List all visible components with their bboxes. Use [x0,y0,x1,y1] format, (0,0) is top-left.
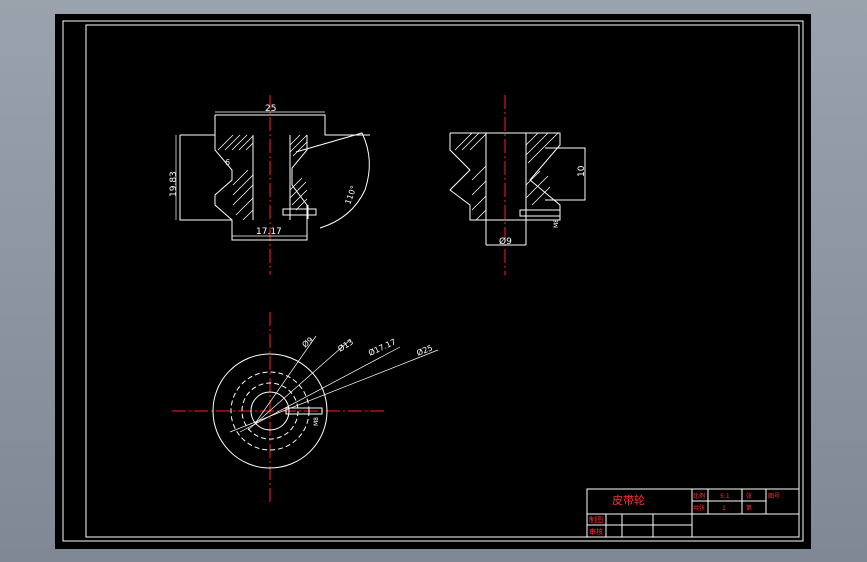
dim-width-top: 25 [265,104,276,114]
dim-bore: Ø9 [499,236,512,247]
cad-viewport: 25 19.83 6 110° 17.17 10 Ø9 M8 Ø9 Ø13 Ø1… [0,0,867,562]
drawing-code: 图号 [768,493,780,500]
part-name: 皮带轮 [612,493,645,507]
checked-label: 审核 [589,527,603,536]
sheet-value: 1 [722,505,726,512]
cad-drawing: 25 19.83 6 110° 17.17 10 Ø9 M8 Ø9 Ø13 Ø1… [55,14,811,549]
dim-height-left: 19.83 [169,171,179,197]
dim-side-height: 10 [577,165,587,177]
dim-groove: 6 [225,158,230,167]
scale-value: 5:1 [720,493,730,500]
scale-label: 比例 [693,492,705,500]
sheet-label: 共张 [693,504,705,512]
side-label-2: 第 [746,504,752,512]
drawing-sheet [55,14,811,549]
drawn-label: 制图 [589,515,603,524]
dim-bottom-width: 17.17 [256,227,282,237]
top-small-label: M8 [313,417,320,426]
side-label: 张 [746,492,752,500]
dim-small-label: M8 [553,219,560,228]
